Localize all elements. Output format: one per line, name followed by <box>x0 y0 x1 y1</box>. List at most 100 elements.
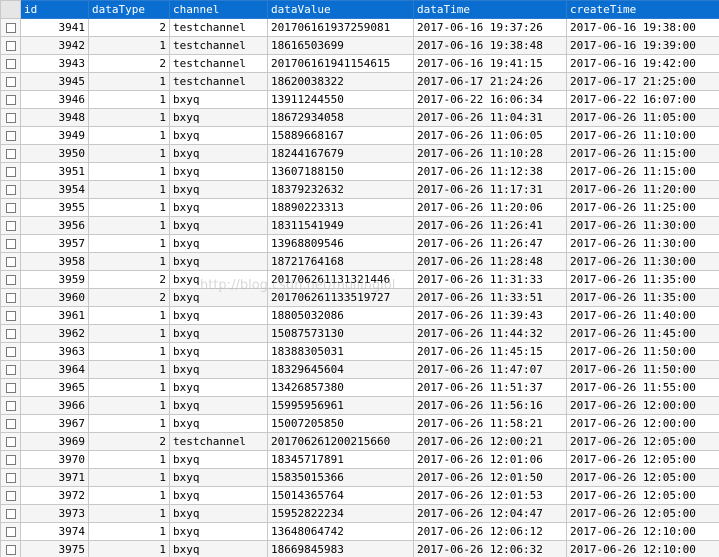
cell-id[interactable]: 3963 <box>20 342 89 361</box>
cell-datatype[interactable]: 1 <box>88 252 170 271</box>
cell-channel[interactable]: bxyq <box>169 378 268 397</box>
row-checkbox[interactable] <box>5 365 16 375</box>
cell-datatime[interactable]: 2017-06-26 11:26:47 <box>413 234 567 253</box>
cell-createtime[interactable]: 2017-06-26 11:25:00 <box>566 198 719 217</box>
cell-createtime[interactable]: 2017-06-26 11:35:00 <box>566 288 719 307</box>
cell-createtime[interactable]: 2017-06-26 11:35:00 <box>566 270 719 289</box>
row-checkbox[interactable] <box>5 59 16 69</box>
cell-id[interactable]: 3966 <box>20 396 89 415</box>
cell-channel[interactable]: testchannel <box>169 36 268 55</box>
cell-datatime[interactable]: 2017-06-26 11:45:15 <box>413 342 567 361</box>
cell-channel[interactable]: bxyq <box>169 252 268 271</box>
table-row[interactable]: 3958 1 bxyq 18721764168 2017-06-26 11:28:48 2… <box>0 252 719 271</box>
cell-datatime[interactable]: 2017-06-26 11:56:16 <box>413 396 567 415</box>
cell-createtime[interactable]: 2017-06-26 12:10:00 <box>566 522 719 541</box>
cell-createtime[interactable]: 2017-06-26 11:55:00 <box>566 378 719 397</box>
cell-id[interactable]: 3945 <box>20 72 89 91</box>
cell-datatime[interactable]: 2017-06-26 11:39:43 <box>413 306 567 325</box>
cell-id[interactable]: 3959 <box>20 270 89 289</box>
table-row[interactable]: 3941 2 testchannel 201706161937259081 2017-0… <box>0 18 719 37</box>
cell-datatype[interactable]: 1 <box>88 504 170 523</box>
cell-datavalue[interactable]: 18616503699 <box>267 36 414 55</box>
row-checkbox[interactable] <box>5 221 16 231</box>
cell-datatime[interactable]: 2017-06-26 12:01:50 <box>413 468 567 487</box>
cell-createtime[interactable]: 2017-06-26 11:40:00 <box>566 306 719 325</box>
column-header-channel[interactable]: channel <box>169 0 268 19</box>
table-row[interactable]: 3956 1 bxyq 18311541949 2017-06-26 11:26:41 2… <box>0 216 719 235</box>
table-row[interactable]: 3974 1 bxyq 13648064742 2017-06-26 12:06:12 2… <box>0 522 719 541</box>
cell-datatime[interactable]: 2017-06-26 11:12:38 <box>413 162 567 181</box>
cell-datatype[interactable]: 1 <box>88 342 170 361</box>
cell-channel[interactable]: bxyq <box>169 234 268 253</box>
cell-createtime[interactable]: 2017-06-26 11:50:00 <box>566 360 719 379</box>
cell-createtime[interactable]: 2017-06-26 11:10:00 <box>566 126 719 145</box>
cell-datatype[interactable]: 1 <box>88 162 170 181</box>
cell-datatime[interactable]: 2017-06-26 12:06:32 <box>413 540 567 557</box>
cell-createtime[interactable]: 2017-06-26 11:05:00 <box>566 108 719 127</box>
table-row[interactable]: 3948 1 bxyq 18672934058 2017-06-26 11:04:31 2… <box>0 108 719 127</box>
cell-datavalue[interactable]: 18620038322 <box>267 72 414 91</box>
cell-channel[interactable]: bxyq <box>169 522 268 541</box>
cell-id[interactable]: 3975 <box>20 540 89 557</box>
cell-channel[interactable]: bxyq <box>169 270 268 289</box>
cell-createtime[interactable]: 2017-06-26 12:00:00 <box>566 396 719 415</box>
cell-id[interactable]: 3961 <box>20 306 89 325</box>
cell-datatype[interactable]: 1 <box>88 180 170 199</box>
cell-channel[interactable]: bxyq <box>169 450 268 469</box>
table-row[interactable]: 3975 1 bxyq 18669845983 2017-06-26 12:06:32 2… <box>0 540 719 557</box>
cell-channel[interactable]: bxyq <box>169 180 268 199</box>
cell-datavalue[interactable]: 201706261131321446 <box>267 270 414 289</box>
cell-datavalue[interactable]: 18721764168 <box>267 252 414 271</box>
row-checkbox[interactable] <box>5 293 16 303</box>
cell-createtime[interactable]: 2017-06-17 21:25:00 <box>566 72 719 91</box>
cell-createtime[interactable]: 2017-06-26 12:05:00 <box>566 468 719 487</box>
cell-datatime[interactable]: 2017-06-26 11:47:07 <box>413 360 567 379</box>
row-checkbox[interactable] <box>5 185 16 195</box>
row-checkbox[interactable] <box>5 131 16 141</box>
cell-datatime[interactable]: 2017-06-26 11:58:21 <box>413 414 567 433</box>
row-checkbox[interactable] <box>5 275 16 285</box>
cell-datavalue[interactable]: 18805032086 <box>267 306 414 325</box>
cell-datavalue[interactable]: 18311541949 <box>267 216 414 235</box>
row-checkbox[interactable] <box>5 167 16 177</box>
cell-datatime[interactable]: 2017-06-22 16:06:34 <box>413 90 567 109</box>
cell-datavalue[interactable]: 18379232632 <box>267 180 414 199</box>
cell-datatype[interactable]: 1 <box>88 306 170 325</box>
column-header-datavalue[interactable]: dataValue <box>267 0 414 19</box>
cell-datatype[interactable]: 1 <box>88 324 170 343</box>
cell-datavalue[interactable]: 15952822234 <box>267 504 414 523</box>
cell-channel[interactable]: bxyq <box>169 414 268 433</box>
cell-id[interactable]: 3956 <box>20 216 89 235</box>
table-row[interactable]: 3970 1 bxyq 18345717891 2017-06-26 12:01:06 2… <box>0 450 719 469</box>
cell-datatype[interactable]: 1 <box>88 450 170 469</box>
cell-datatype[interactable]: 1 <box>88 144 170 163</box>
table-row[interactable]: 3964 1 bxyq 18329645604 2017-06-26 11:47:07 2… <box>0 360 719 379</box>
cell-id[interactable]: 3970 <box>20 450 89 469</box>
cell-datatype[interactable]: 2 <box>88 288 170 307</box>
cell-createtime[interactable]: 2017-06-26 12:00:00 <box>566 414 719 433</box>
cell-datatime[interactable]: 2017-06-16 19:37:26 <box>413 18 567 37</box>
cell-id[interactable]: 3951 <box>20 162 89 181</box>
column-header-createtime[interactable]: createTime <box>566 0 719 19</box>
row-checkbox[interactable] <box>5 23 16 33</box>
cell-createtime[interactable]: 2017-06-16 19:42:00 <box>566 54 719 73</box>
cell-id[interactable]: 3972 <box>20 486 89 505</box>
cell-createtime[interactable]: 2017-06-26 11:30:00 <box>566 234 719 253</box>
cell-datavalue[interactable]: 18890223313 <box>267 198 414 217</box>
cell-datavalue[interactable]: 18388305031 <box>267 342 414 361</box>
table-row[interactable]: 3954 1 bxyq 18379232632 2017-06-26 11:17:31 2… <box>0 180 719 199</box>
cell-datatime[interactable]: 2017-06-26 12:06:12 <box>413 522 567 541</box>
cell-createtime[interactable]: 2017-06-26 12:10:00 <box>566 540 719 557</box>
row-checkbox[interactable] <box>5 41 16 51</box>
cell-channel[interactable]: bxyq <box>169 216 268 235</box>
cell-createtime[interactable]: 2017-06-26 11:30:00 <box>566 252 719 271</box>
cell-datatype[interactable]: 1 <box>88 216 170 235</box>
cell-datatime[interactable]: 2017-06-26 12:00:21 <box>413 432 567 451</box>
row-checkbox[interactable] <box>5 95 16 105</box>
cell-id[interactable]: 3948 <box>20 108 89 127</box>
cell-id[interactable]: 3942 <box>20 36 89 55</box>
table-row[interactable]: 3972 1 bxyq 15014365764 2017-06-26 12:01:53 2… <box>0 486 719 505</box>
cell-channel[interactable]: testchannel <box>169 72 268 91</box>
column-header-datatime[interactable]: dataTime <box>413 0 567 19</box>
cell-id[interactable]: 3946 <box>20 90 89 109</box>
